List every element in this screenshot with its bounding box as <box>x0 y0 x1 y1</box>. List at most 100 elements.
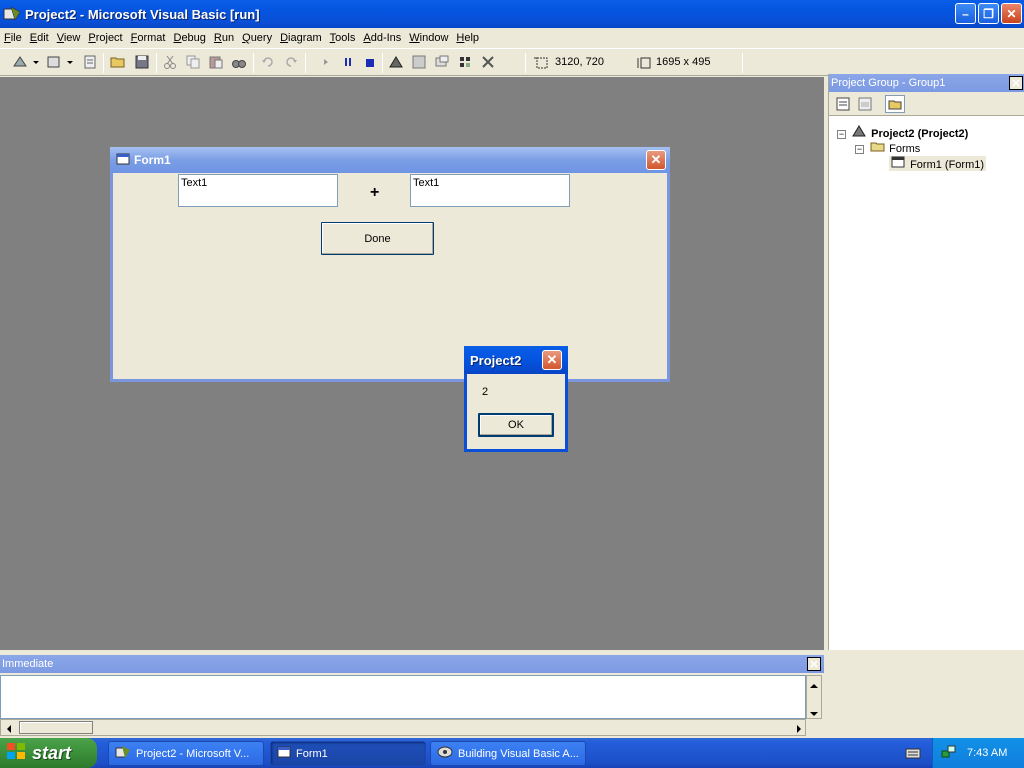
clock: 7:43 AM <box>967 747 1008 759</box>
toolbox-icon[interactable] <box>480 54 496 70</box>
task-building-visual-basic[interactable]: Building Visual Basic A... <box>430 741 586 766</box>
add-form-icon[interactable] <box>46 54 62 70</box>
project-explorer-close-button[interactable]: ✕ <box>1009 76 1023 90</box>
position-readout: 3120, 720 <box>555 56 604 68</box>
message-box: Project2 ✕ 2 OK <box>464 346 568 452</box>
size-readout: 1695 x 495 <box>656 56 711 68</box>
project-node-label: Project2 (Project2) <box>871 128 969 140</box>
text1-right-input[interactable]: Text1 <box>410 174 570 207</box>
form-icon <box>277 746 291 761</box>
project-explorer-header: Project Group - Group1 ✕ <box>829 74 1024 92</box>
taskbar: start Project2 - Microsoft V... Form1 Bu… <box>0 738 1024 768</box>
menu-format[interactable]: Format <box>131 32 166 44</box>
project-explorer-toolbar <box>829 92 1024 116</box>
immediate-vertical-scrollbar[interactable] <box>806 675 822 719</box>
menu-editor-icon[interactable] <box>82 54 98 70</box>
minimize-button[interactable]: – <box>955 3 976 24</box>
menu-view[interactable]: View <box>57 32 81 44</box>
find-icon[interactable] <box>231 54 247 70</box>
redo-icon[interactable] <box>283 54 299 70</box>
toggle-folders-icon[interactable] <box>885 95 905 113</box>
collapse-icon[interactable]: − <box>855 145 864 154</box>
msgbox-close-button[interactable]: ✕ <box>542 350 562 370</box>
cut-icon[interactable] <box>162 54 178 70</box>
menu-query[interactable]: Query <box>242 32 272 44</box>
immediate-close-button[interactable]: ✕ <box>807 657 821 671</box>
save-icon[interactable] <box>134 54 150 70</box>
project-explorer-icon[interactable] <box>388 54 404 70</box>
immediate-horizontal-scrollbar[interactable] <box>0 719 806 736</box>
chevron-down-icon[interactable] <box>66 54 74 70</box>
menu-tools[interactable]: Tools <box>330 32 356 44</box>
title-bar: Project2 - Microsoft Visual Basic [run] … <box>0 0 1024 28</box>
task-visual-basic[interactable]: Project2 - Microsoft V... <box>108 741 264 766</box>
form1-caption: Form1 ✕ <box>110 147 670 173</box>
pause-icon[interactable] <box>340 54 356 70</box>
tree-form1-node[interactable]: Form1 (Form1) <box>889 156 987 171</box>
view-code-icon[interactable] <box>835 96 851 112</box>
menu-diagram[interactable]: Diagram <box>280 32 322 44</box>
close-button[interactable]: ✕ <box>1001 3 1022 24</box>
tree-forms-folder[interactable]: − Forms <box>855 140 920 155</box>
collapse-icon[interactable]: − <box>837 130 846 139</box>
msgbox-caption: Project2 ✕ <box>464 346 568 374</box>
menu-debug[interactable]: Debug <box>173 32 205 44</box>
form1-node-label: Form1 (Form1) <box>910 159 985 171</box>
horizontal-scroll-thumb[interactable] <box>19 721 93 734</box>
view-object-icon[interactable] <box>857 96 873 112</box>
add-project-icon[interactable] <box>12 54 28 70</box>
menu-file[interactable]: File <box>4 32 22 44</box>
task-form1[interactable]: Form1 <box>270 741 426 766</box>
form1-window: Form1 ✕ Text1 + Text1 Done <box>110 147 670 382</box>
immediate-window: Immediate ✕ <box>0 655 824 738</box>
properties-window-icon[interactable] <box>411 54 427 70</box>
forms-folder-label: Forms <box>889 143 921 155</box>
form-layout-icon[interactable] <box>434 54 450 70</box>
start-button[interactable]: start <box>0 738 97 768</box>
object-browser-icon[interactable] <box>457 54 473 70</box>
restore-button[interactable]: ❐ <box>978 3 999 24</box>
form-icon <box>891 156 907 171</box>
start-run-icon[interactable] <box>318 54 334 70</box>
menu-add-ins[interactable]: Add-Ins <box>363 32 401 44</box>
tree-project-node[interactable]: − Project2 (Project2) <box>837 124 968 140</box>
done-button[interactable]: Done <box>321 222 434 255</box>
browser-icon <box>437 745 453 762</box>
immediate-title: Immediate <box>2 658 54 670</box>
system-tray: 7:43 AM <box>932 738 1024 768</box>
scroll-down-icon[interactable] <box>810 708 818 720</box>
scroll-up-icon[interactable] <box>810 680 818 692</box>
menu-edit[interactable]: Edit <box>30 32 49 44</box>
msgbox-title: Project2 <box>470 352 522 368</box>
folder-icon <box>870 142 886 155</box>
menu-project[interactable]: Project <box>88 32 122 44</box>
visual-basic-icon <box>3 6 21 22</box>
form1-close-button[interactable]: ✕ <box>646 150 666 170</box>
windows-logo-icon <box>6 742 26 765</box>
paste-icon[interactable] <box>208 54 224 70</box>
plus-label: + <box>370 184 380 201</box>
form1-title: Form1 <box>134 153 171 167</box>
scroll-left-icon[interactable] <box>6 724 12 736</box>
immediate-input[interactable] <box>0 675 806 719</box>
menu-window[interactable]: Window <box>409 32 448 44</box>
scroll-right-icon[interactable] <box>796 724 802 736</box>
undo-icon[interactable] <box>260 54 276 70</box>
start-label: start <box>32 742 72 763</box>
keyboard-icon[interactable] <box>905 747 921 762</box>
chevron-down-icon[interactable] <box>32 54 40 70</box>
ok-button[interactable]: OK <box>478 413 554 437</box>
project-explorer-title: Project Group - Group1 <box>831 77 946 89</box>
position-icon <box>533 54 549 70</box>
open-folder-icon[interactable] <box>110 54 126 70</box>
project-node-icon <box>852 125 868 140</box>
menu-help[interactable]: Help <box>456 32 479 44</box>
task-label: Form1 <box>296 747 328 760</box>
network-icon[interactable] <box>941 745 957 762</box>
msgbox-message: 2 <box>482 386 489 398</box>
copy-icon[interactable] <box>185 54 201 70</box>
immediate-header: Immediate ✕ <box>0 655 824 673</box>
stop-icon[interactable] <box>362 54 378 70</box>
text1-left-input[interactable]: Text1 <box>178 174 338 207</box>
menu-run[interactable]: Run <box>214 32 234 44</box>
